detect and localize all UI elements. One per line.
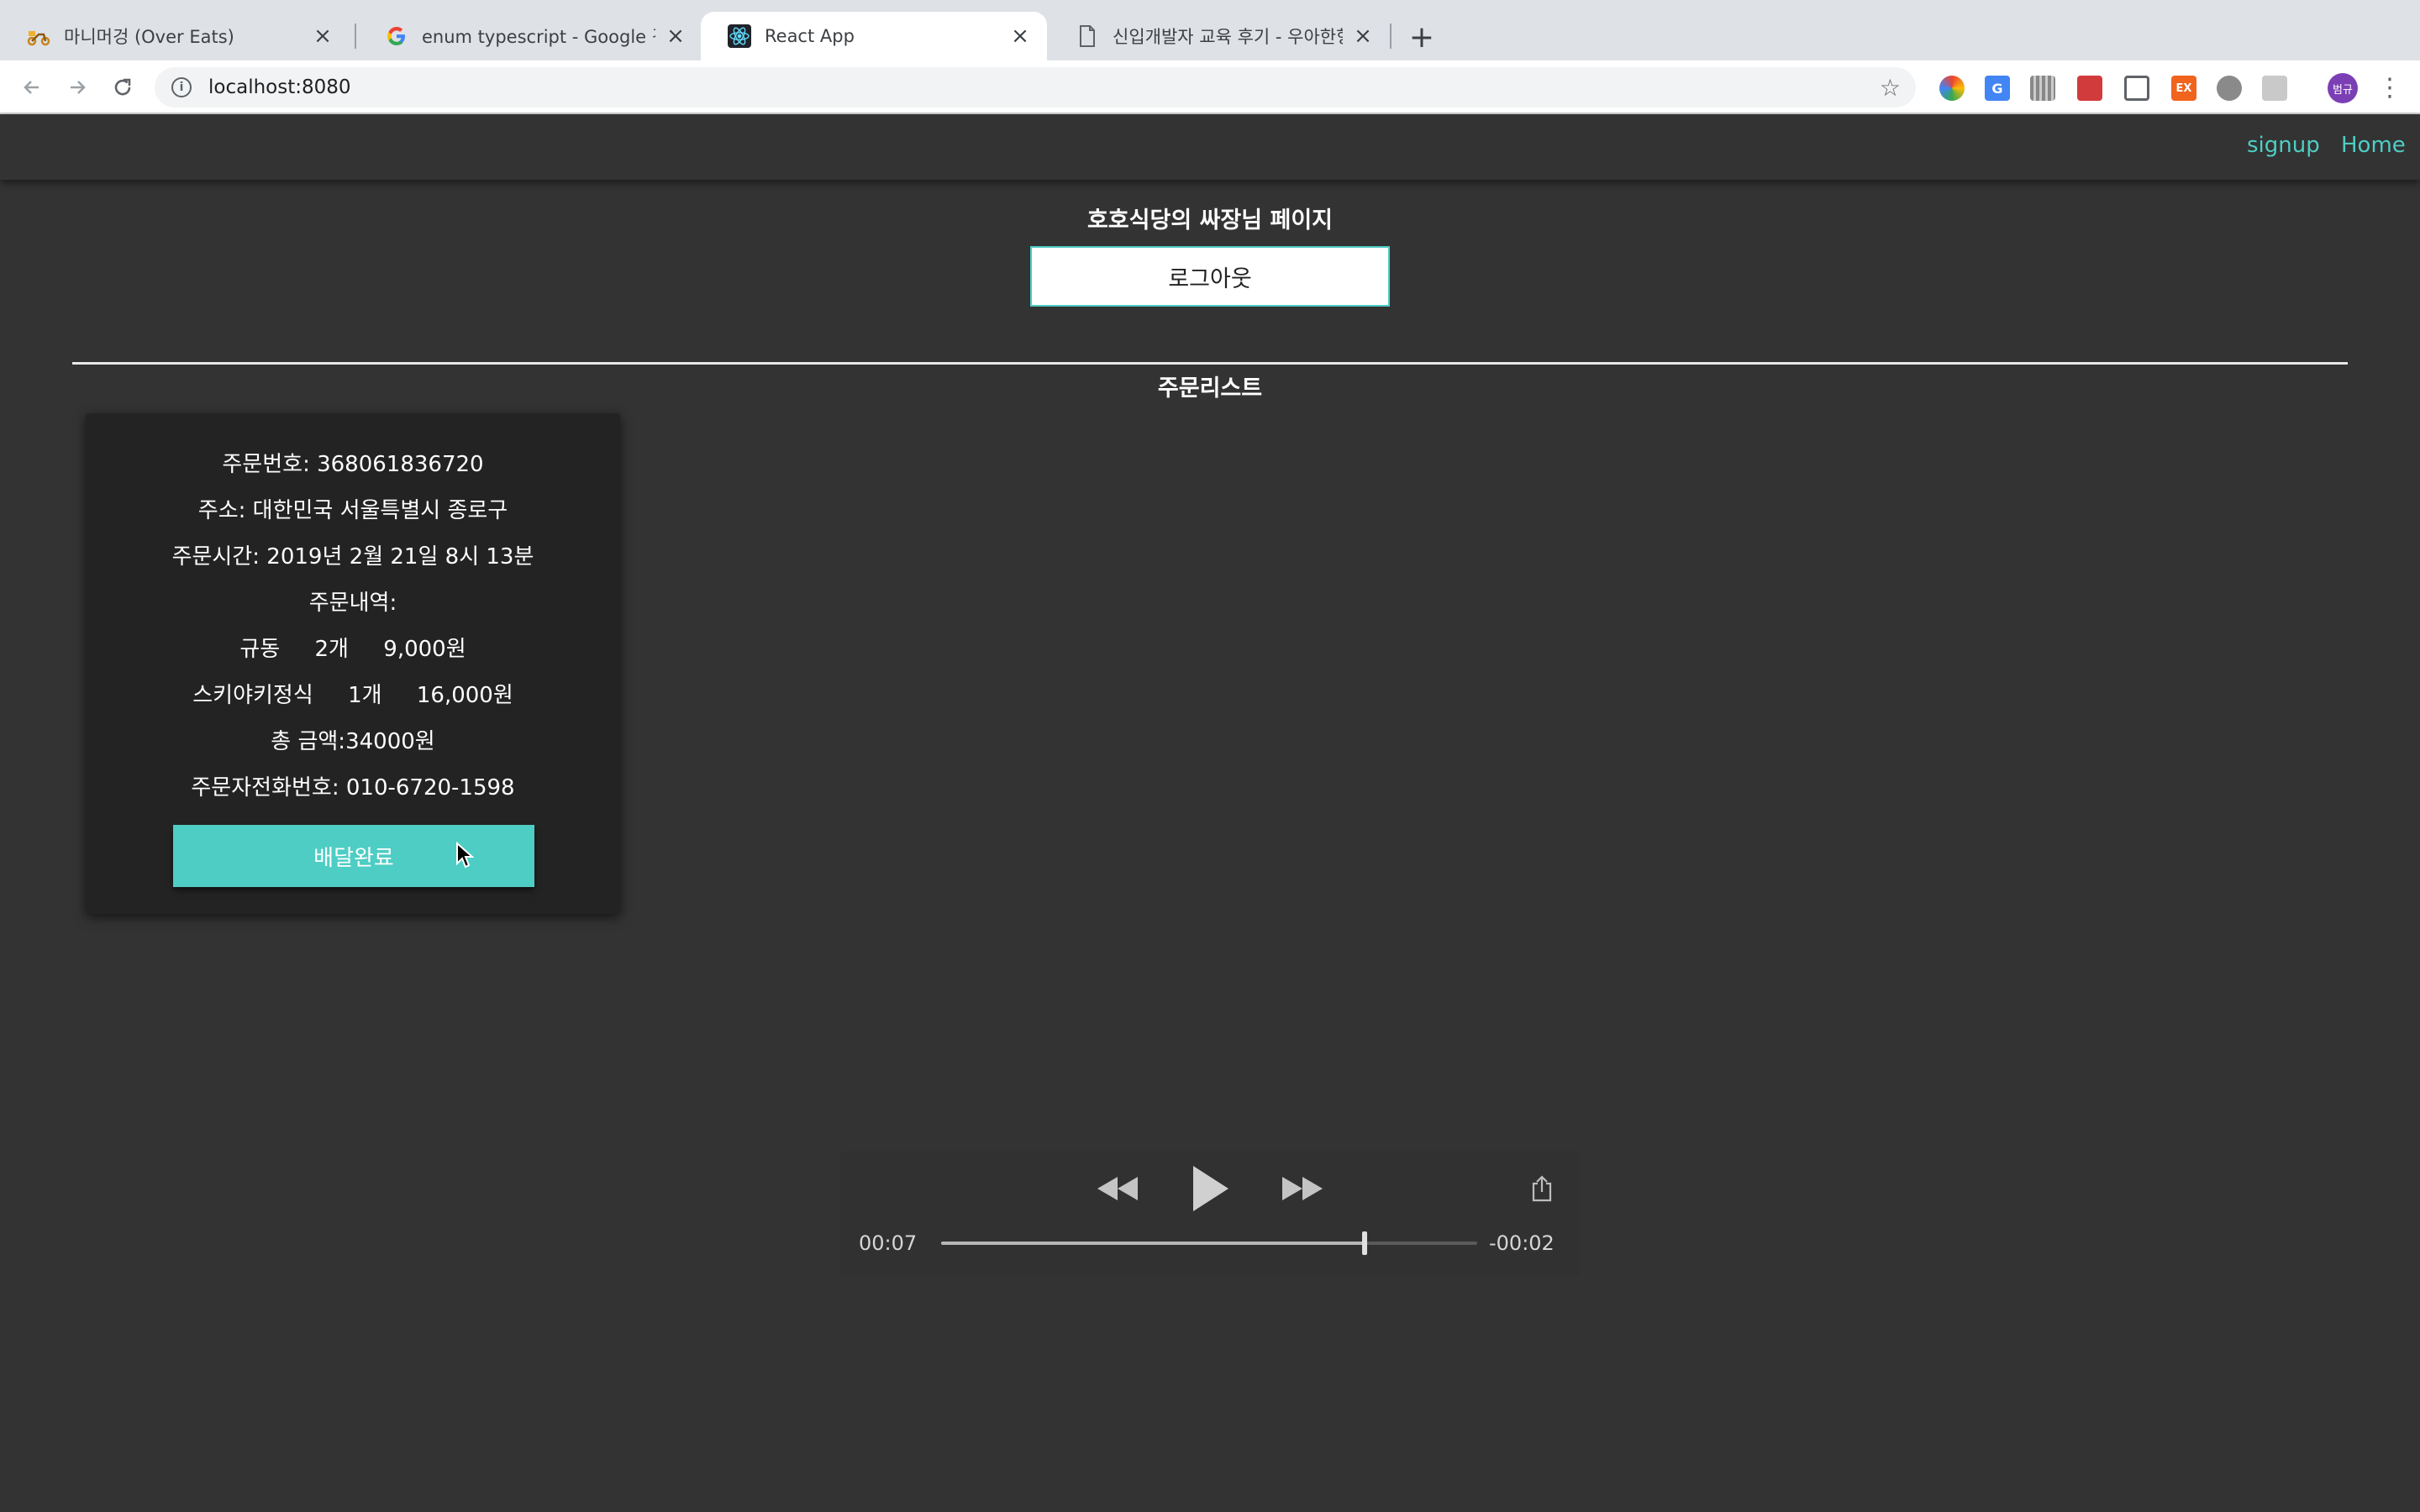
- ex-extension-icon[interactable]: EX: [2171, 76, 2196, 101]
- rewind-icon: [1097, 1177, 1138, 1200]
- order-card: 주문번호: 368061836720 주소: 대한민국 서울특별시 종로구 주문…: [86, 413, 620, 914]
- forward-arrow-icon: [71, 81, 86, 94]
- fast-forward-button[interactable]: [1277, 1168, 1328, 1210]
- app-header: signup Home: [0, 114, 2420, 180]
- close-icon[interactable]: ×: [1008, 24, 1032, 49]
- forward-button[interactable]: [60, 71, 94, 104]
- tab-react-app[interactable]: React App ×: [701, 12, 1047, 60]
- close-icon[interactable]: ×: [1351, 24, 1375, 49]
- progress-handle[interactable]: [1362, 1231, 1368, 1255]
- close-icon[interactable]: ×: [664, 24, 687, 49]
- tab-separator: [355, 24, 356, 49]
- remaining-time: -00:02: [1489, 1231, 1555, 1255]
- share-button[interactable]: [1529, 1174, 1555, 1203]
- order-item: 규동 2개 9,000원: [239, 637, 466, 662]
- url-text: localhost:8080: [208, 76, 351, 98]
- scooter-icon: [27, 24, 50, 48]
- color-picker-extension-icon[interactable]: [1939, 76, 1965, 101]
- signup-link[interactable]: signup: [2247, 133, 2320, 158]
- play-button[interactable]: [1185, 1159, 1235, 1218]
- order-time: 주문시간: 2019년 2월 21일 8시 13분: [171, 544, 534, 570]
- mouse-pointer-icon: [456, 842, 474, 869]
- red-extension-icon[interactable]: [2077, 76, 2102, 101]
- logout-button[interactable]: 로그아웃: [1030, 246, 1390, 307]
- rewind-button[interactable]: [1092, 1168, 1143, 1210]
- tab-separator: [1390, 24, 1392, 49]
- progress-fill: [941, 1242, 1365, 1245]
- tab-woowahan-blog[interactable]: 신입개발자 교육 후기 - 우아한형제들 ×: [1049, 12, 1390, 60]
- progress-slider[interactable]: [941, 1231, 1477, 1255]
- browser-toolbar: i localhost:8080 ☆ G EX 범규 ⋮: [0, 60, 2420, 114]
- more-menu-icon[interactable]: ⋮: [2373, 71, 2407, 104]
- order-number: 주문번호: 368061836720: [222, 452, 484, 477]
- back-arrow-icon: [24, 81, 39, 94]
- fast-forward-icon: [1282, 1177, 1323, 1200]
- barcode-extension-icon[interactable]: [2030, 76, 2055, 101]
- order-address: 주소: 대한민국 서울특별시 종로구: [197, 498, 508, 523]
- order-phone: 주문자전화번호: 010-6720-1598: [191, 775, 515, 801]
- browser-tab-bar: 마니머겅 (Over Eats) × enum typescript - Goo…: [0, 0, 2420, 60]
- document-icon: [1076, 24, 1099, 48]
- reload-button[interactable]: [106, 71, 139, 104]
- share-icon: [1532, 1175, 1552, 1202]
- tab-title: enum typescript - Google 검색: [422, 27, 655, 47]
- new-tab-button[interactable]: +: [1405, 20, 1439, 55]
- reload-icon: [114, 78, 131, 96]
- profile-avatar[interactable]: 범규: [2328, 73, 2358, 103]
- order-list-title: 주문리스트: [1157, 375, 1263, 402]
- close-icon[interactable]: ×: [311, 24, 334, 49]
- site-info-icon[interactable]: i: [171, 77, 192, 97]
- order-item: 스키야키정식 1개 16,000원: [192, 683, 513, 708]
- elapsed-time: 00:07: [859, 1231, 918, 1255]
- back-button[interactable]: [15, 71, 49, 104]
- screenshot-extension-icon[interactable]: [2124, 76, 2149, 101]
- react-icon: [728, 24, 751, 48]
- tab-over-eats[interactable]: 마니머겅 (Over Eats) ×: [0, 12, 350, 60]
- page-title: 호호식당의 싸장님 페이지: [1086, 207, 1334, 234]
- home-link[interactable]: Home: [2341, 133, 2406, 158]
- tree-extension-icon[interactable]: [2262, 76, 2287, 101]
- order-total: 총 금액:34000원: [271, 729, 435, 754]
- delivery-complete-button[interactable]: 배달완료: [173, 825, 534, 887]
- translate-extension-icon[interactable]: G: [1985, 76, 2010, 101]
- divider: [72, 362, 2348, 365]
- tab-title: React App: [765, 26, 855, 46]
- google-icon: [385, 24, 408, 48]
- order-items-label: 주문내역:: [308, 591, 397, 616]
- tab-title: 마니머겅 (Over Eats): [64, 27, 234, 47]
- media-player: 00:07 -00:02: [840, 1151, 1580, 1277]
- address-bar[interactable]: i localhost:8080 ☆: [155, 67, 1916, 108]
- play-icon: [1193, 1166, 1228, 1211]
- bookmark-star-icon[interactable]: ☆: [1880, 74, 1901, 102]
- bug-extension-icon[interactable]: [2217, 76, 2242, 101]
- tab-title: 신입개발자 교육 후기 - 우아한형제들: [1113, 27, 1343, 47]
- tab-google-search[interactable]: enum typescript - Google 검색 ×: [358, 12, 702, 60]
